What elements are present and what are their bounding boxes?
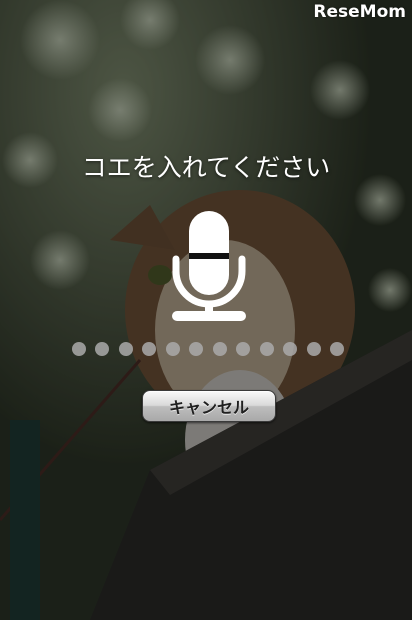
level-dot: [142, 342, 157, 356]
level-dot: [329, 342, 344, 356]
level-dot: [118, 342, 133, 356]
voice-prompt-title: コエを入れてください: [81, 153, 331, 182]
voice-level-meter: [72, 341, 344, 357]
level-dot: [72, 342, 86, 356]
level-dot: [236, 342, 251, 356]
level-dot: [283, 342, 298, 356]
microphone-icon: [172, 211, 246, 321]
level-dot: [212, 342, 227, 356]
level-dot: [259, 342, 274, 356]
level-dot: [306, 342, 321, 356]
level-dot: [189, 342, 204, 356]
level-dot: [165, 342, 180, 356]
watermark-logo: ReseMom: [313, 2, 406, 22]
level-dot: [95, 342, 110, 356]
cancel-button[interactable]: キャンセル: [142, 390, 276, 422]
